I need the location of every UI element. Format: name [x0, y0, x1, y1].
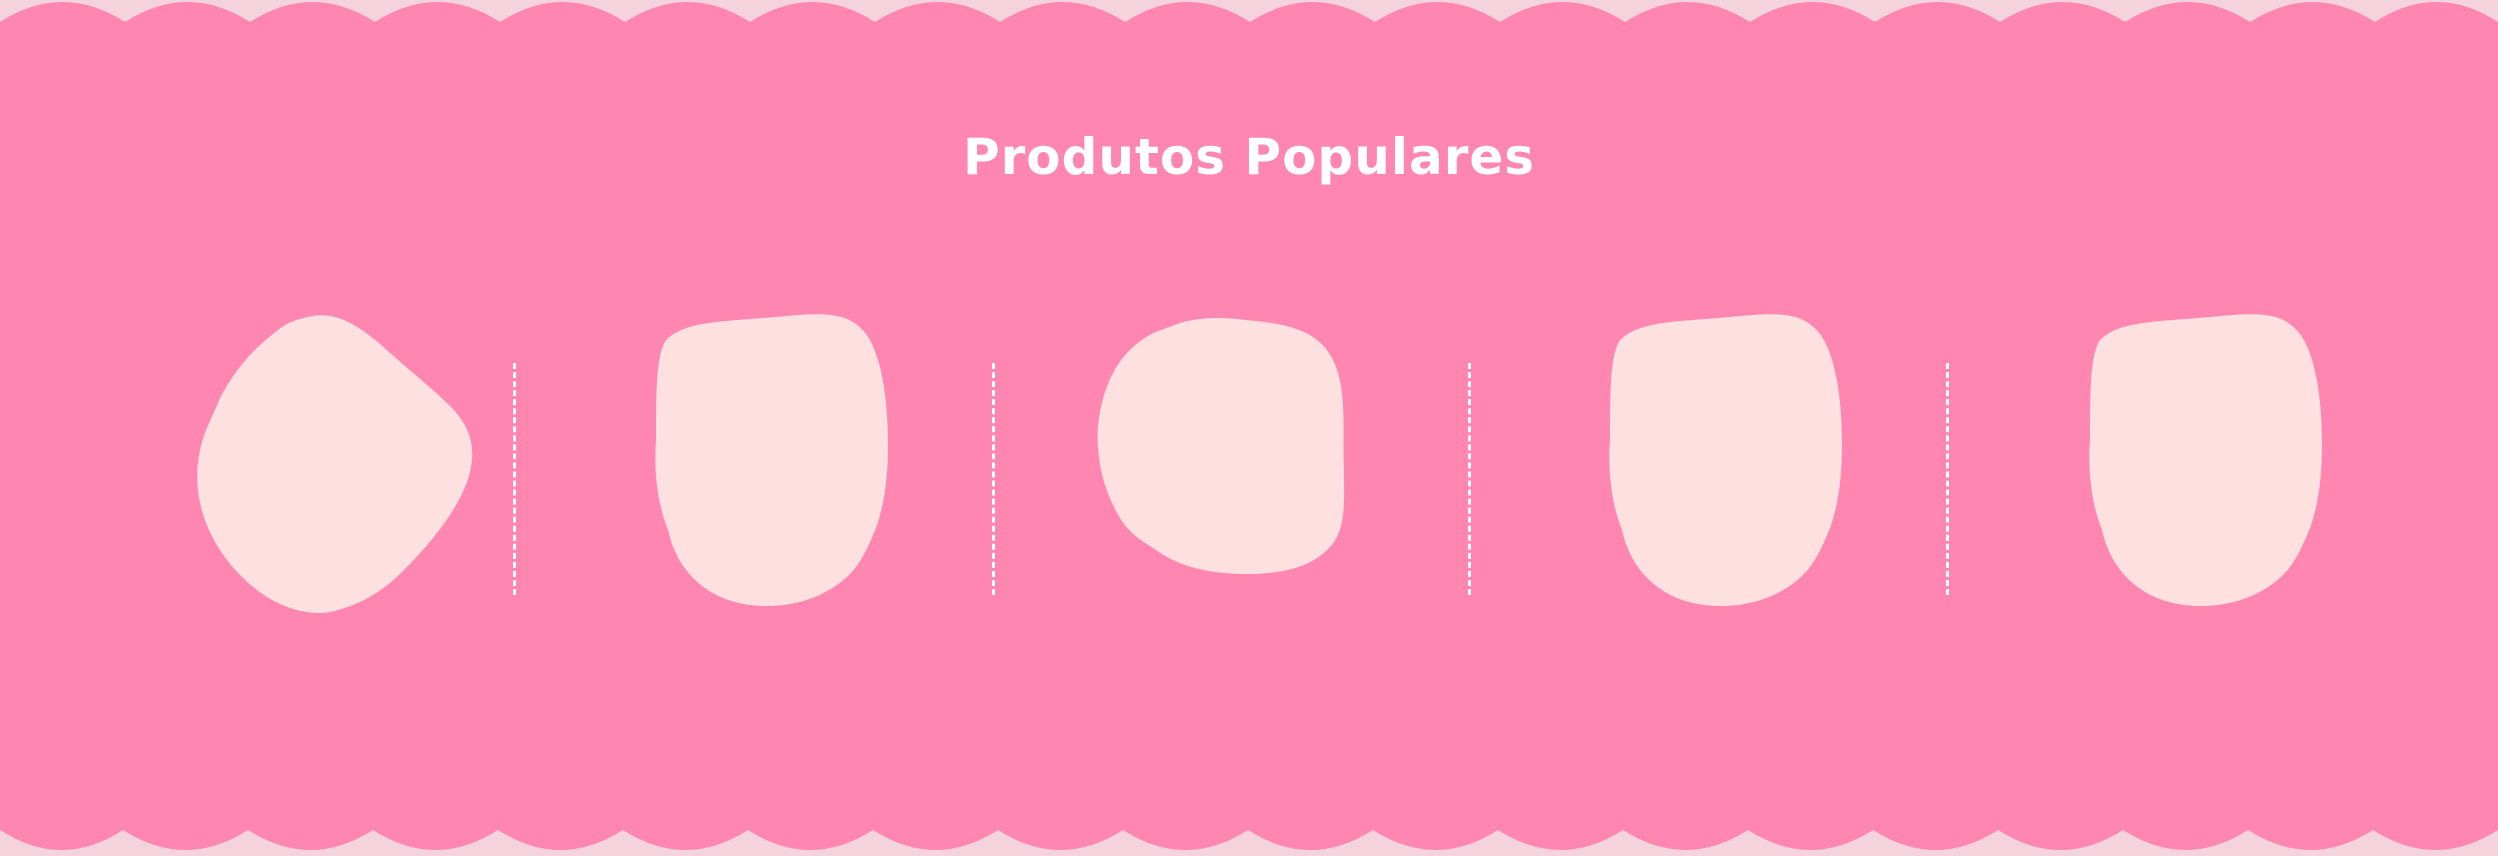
product-card-2[interactable] — [626, 310, 926, 630]
product-card-1[interactable] — [180, 310, 480, 630]
product-image-placeholder — [655, 314, 888, 606]
product-image-placeholder — [2089, 314, 2322, 606]
divider — [1946, 363, 1949, 595]
divider — [513, 363, 516, 595]
divider — [1468, 363, 1471, 595]
product-image-placeholder — [1609, 314, 1842, 606]
product-image-placeholder — [1097, 318, 1345, 574]
product-card-5[interactable] — [2060, 310, 2360, 630]
popular-products-section: Produtos Populares — [0, 0, 2498, 856]
product-card-3[interactable] — [1086, 310, 1386, 630]
product-image-placeholder — [197, 315, 473, 613]
divider — [992, 363, 995, 595]
product-card-4[interactable] — [1580, 310, 1880, 630]
section-title: Produtos Populares — [962, 128, 1536, 186]
